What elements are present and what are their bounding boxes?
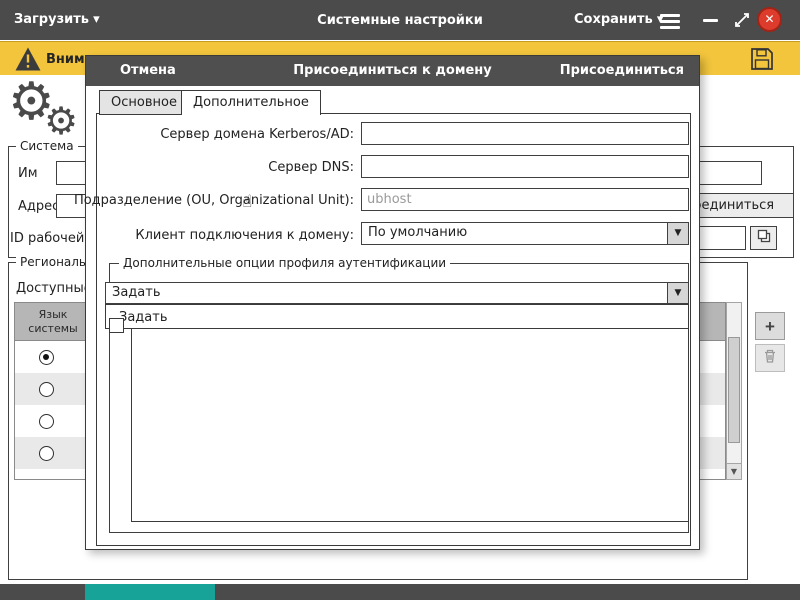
auth-options-listbox[interactable] xyxy=(131,310,689,522)
address-label: Адрес xyxy=(18,199,60,214)
domain-client-label: Клиент подключения к домену: xyxy=(135,228,354,243)
scrollbar-thumb[interactable] xyxy=(728,337,740,443)
close-icon: ✕ xyxy=(764,12,775,26)
remove-language-button[interactable] xyxy=(755,344,785,372)
language-radio[interactable] xyxy=(39,413,54,429)
combo-arrow-icon[interactable]: ▼ xyxy=(667,223,688,244)
add-language-button[interactable]: + xyxy=(755,312,785,340)
expand-button[interactable] xyxy=(733,11,751,33)
expand-icon xyxy=(733,13,751,33)
system-fieldset-legend: Система xyxy=(16,139,78,153)
join-domain-dialog: Отмена Присоединиться к домену Присоедин… xyxy=(74,55,700,550)
kerberos-server-label: Сервер домена Kerberos/AD: xyxy=(160,127,354,142)
auth-options-legend: Дополнительные опции профиля аутентифика… xyxy=(119,256,451,270)
language-table-scrollbar[interactable]: ▼ xyxy=(726,302,742,480)
auth-profile-value: Задать xyxy=(112,285,161,300)
language-radio[interactable] xyxy=(39,445,54,461)
language-column-header: Язык системы xyxy=(28,308,78,335)
warning-icon xyxy=(14,46,42,76)
domain-client-combobox[interactable]: По умолчанию ▼ xyxy=(361,222,689,245)
ou-input[interactable] xyxy=(361,188,689,211)
scroll-down-icon: ▼ xyxy=(730,467,738,476)
language-radio[interactable] xyxy=(39,381,54,397)
domain-client-value: По умолчанию xyxy=(368,225,468,240)
name-label: Им xyxy=(18,166,38,181)
ou-label: Подразделение (OU, Organizational Unit): xyxy=(73,193,354,208)
dns-server-input[interactable] xyxy=(361,155,689,178)
combo-arrow-icon[interactable]: ▼ xyxy=(667,283,688,303)
minimize-icon xyxy=(703,19,718,22)
save-menu-label: Сохранить xyxy=(574,12,653,27)
progress-segment xyxy=(85,584,215,600)
app-title: Системные настройки xyxy=(317,13,483,28)
dialog-header: Отмена Присоединиться к домену Присоедин… xyxy=(86,56,699,86)
workgroup-id-label: ID рабочей xyxy=(10,231,85,246)
dns-server-label: Сервер DNS: xyxy=(268,160,354,175)
close-button[interactable]: ✕ xyxy=(757,7,782,32)
auth-profile-combobox[interactable]: Задать ▼ xyxy=(105,282,689,304)
language-radio[interactable] xyxy=(39,349,54,365)
save-menu[interactable]: Сохранить ▾ xyxy=(574,12,663,27)
gears-icon-small: ⚙ xyxy=(44,99,79,143)
minimize-button[interactable] xyxy=(703,19,718,22)
tab-basic[interactable]: Основное xyxy=(99,90,189,115)
trash-icon xyxy=(762,349,778,368)
auth-profile-dropdown: Задать xyxy=(105,304,689,329)
dropdown-option[interactable]: Задать xyxy=(106,305,688,330)
kerberos-server-input[interactable] xyxy=(361,122,689,145)
copy-button[interactable] xyxy=(750,226,777,250)
regional-fieldset-legend: Региональ xyxy=(16,255,91,269)
hamburger-menu-icon[interactable] xyxy=(660,11,680,32)
top-bar: Загрузить ▾ Системные настройки Сохранит… xyxy=(0,0,800,40)
row-checkbox[interactable] xyxy=(109,318,124,333)
mouse-cursor-icon: ☝ xyxy=(242,192,253,212)
tab-advanced[interactable]: Дополнительное xyxy=(181,90,321,115)
dialog-join-button[interactable]: Присоединиться xyxy=(560,63,684,78)
copy-icon xyxy=(756,229,772,248)
scrollbar-down-button[interactable]: ▼ xyxy=(727,463,741,479)
save-file-icon[interactable] xyxy=(749,46,775,76)
